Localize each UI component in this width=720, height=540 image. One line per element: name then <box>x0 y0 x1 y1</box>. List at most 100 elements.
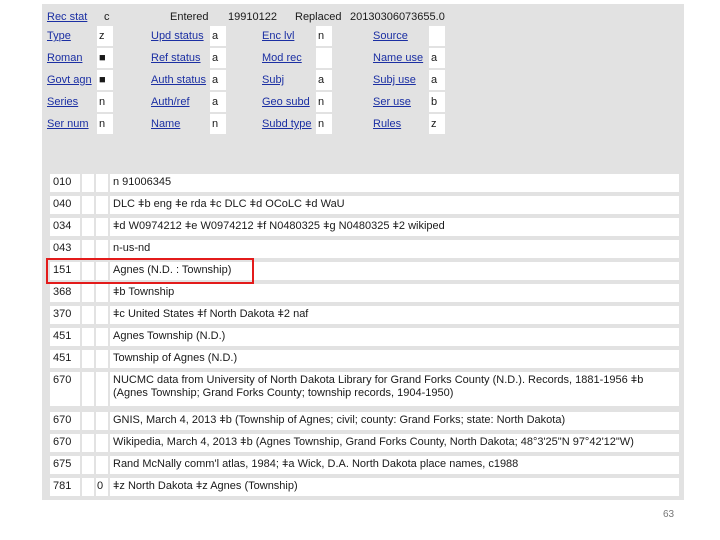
ff-label-name[interactable]: Name <box>151 118 180 130</box>
ff-label-subj[interactable]: Subj <box>262 74 284 86</box>
field-row: 368 ǂb Township <box>50 284 679 302</box>
ff-label-source[interactable]: Source <box>373 30 408 42</box>
ff-value-name: n <box>210 114 226 134</box>
field-value[interactable]: ǂd W0974212 ǂe W0974212 ǂf N0480325 ǂg N… <box>110 218 679 236</box>
indicator-2[interactable]: 0 <box>96 478 108 496</box>
indicator-1[interactable] <box>82 240 94 258</box>
indicator-1[interactable] <box>82 328 94 346</box>
ff-value-ser-num: n <box>97 114 113 134</box>
field-row: 670 Wikipedia, March 4, 2013 ǂb (Agnes T… <box>50 434 679 452</box>
rec-stat-value: c <box>104 11 110 23</box>
ff-label-auth-ref[interactable]: Auth/ref <box>151 96 190 108</box>
ff-label-roman[interactable]: Roman <box>47 52 82 64</box>
ff-label-ser-use[interactable]: Ser use <box>373 96 411 108</box>
indicator-2[interactable] <box>96 196 108 214</box>
field-row: 670 NUCMC data from University of North … <box>50 372 679 406</box>
field-tag: 781 <box>50 478 80 496</box>
indicator-2[interactable] <box>96 306 108 324</box>
ff-label-series[interactable]: Series <box>47 96 78 108</box>
ff-label-subj-use[interactable]: Subj use <box>373 74 416 86</box>
indicator-1[interactable] <box>82 372 94 406</box>
ff-label-geo-subd[interactable]: Geo subd <box>262 96 310 108</box>
field-row: 034 ǂd W0974212 ǂe W0974212 ǂf N0480325 … <box>50 218 679 236</box>
ff-value-subj-use: a <box>429 70 445 90</box>
indicator-1[interactable] <box>82 284 94 302</box>
field-value[interactable]: NUCMC data from University of North Dako… <box>110 372 679 406</box>
field-value[interactable]: Wikipedia, March 4, 2013 ǂb (Agnes Towns… <box>110 434 679 452</box>
indicator-2[interactable] <box>96 284 108 302</box>
indicator-1[interactable] <box>82 174 94 192</box>
ff-value-mod-rec <box>316 48 332 68</box>
page-number: 63 <box>663 509 675 520</box>
field-value[interactable]: GNIS, March 4, 2013 ǂb (Township of Agne… <box>110 412 679 430</box>
indicator-1[interactable] <box>82 350 94 368</box>
ff-value-rules: z <box>429 114 445 134</box>
ff-label-mod-rec[interactable]: Mod rec <box>262 52 302 64</box>
field-row: 010 n 91006345 <box>50 174 679 192</box>
highlight-box-151 <box>46 258 254 284</box>
indicator-1[interactable] <box>82 478 94 496</box>
field-row: 670 GNIS, March 4, 2013 ǂb (Township of … <box>50 412 679 430</box>
ff-label-ref-status[interactable]: Ref status <box>151 52 201 64</box>
indicator-2[interactable] <box>96 372 108 406</box>
indicator-1[interactable] <box>82 196 94 214</box>
ff-value-geo-subd: n <box>316 92 332 112</box>
ff-label-enc-lvl[interactable]: Enc lvl <box>262 30 294 42</box>
indicator-2[interactable] <box>96 240 108 258</box>
ff-value-name-use: a <box>429 48 445 68</box>
ff-value-auth-status: a <box>210 70 226 90</box>
indicator-1[interactable] <box>82 434 94 452</box>
field-value[interactable]: n-us-nd <box>110 240 679 258</box>
field-value[interactable]: Township of Agnes (N.D.) <box>110 350 679 368</box>
field-value[interactable]: ǂc United States ǂf North Dakota ǂ2 naf <box>110 306 679 324</box>
indicator-1[interactable] <box>82 218 94 236</box>
ff-label-govt-agn[interactable]: Govt agn <box>47 74 92 86</box>
field-value[interactable]: ǂz North Dakota ǂz Agnes (Township) <box>110 478 679 496</box>
field-value[interactable]: n 91006345 <box>110 174 679 192</box>
ff-value-subj: a <box>316 70 332 90</box>
indicator-1[interactable] <box>82 456 94 474</box>
field-row: 451 Agnes Township (N.D.) <box>50 328 679 346</box>
indicator-2[interactable] <box>96 456 108 474</box>
ff-label-type[interactable]: Type <box>47 30 71 42</box>
field-value[interactable]: Agnes Township (N.D.) <box>110 328 679 346</box>
field-tag: 670 <box>50 372 80 406</box>
ff-value-series: n <box>97 92 113 112</box>
indicator-2[interactable] <box>96 350 108 368</box>
ff-label-upd-status[interactable]: Upd status <box>151 30 204 42</box>
indicator-2[interactable] <box>96 434 108 452</box>
ff-label-rules[interactable]: Rules <box>373 118 401 130</box>
field-row: 781 0 ǂz North Dakota ǂz Agnes (Township… <box>50 478 679 496</box>
field-tag: 675 <box>50 456 80 474</box>
indicator-2[interactable] <box>96 328 108 346</box>
field-value[interactable]: Rand McNally comm'l atlas, 1984; ǂa Wick… <box>110 456 679 474</box>
rec-stat-label[interactable]: Rec stat <box>47 11 87 23</box>
ff-value-upd-status: a <box>210 26 226 46</box>
field-tag: 040 <box>50 196 80 214</box>
ff-label-auth-status[interactable]: Auth status <box>151 74 206 86</box>
indicator-2[interactable] <box>96 412 108 430</box>
indicator-2[interactable] <box>96 218 108 236</box>
field-row: 040 DLC ǂb eng ǂe rda ǂc DLC ǂd OCoLC ǂd… <box>50 196 679 214</box>
field-value[interactable]: DLC ǂb eng ǂe rda ǂc DLC ǂd OCoLC ǂd WaU <box>110 196 679 214</box>
field-row: 675 Rand McNally comm'l atlas, 1984; ǂa … <box>50 456 679 474</box>
ff-value-auth-ref: a <box>210 92 226 112</box>
ff-value-ref-status: a <box>210 48 226 68</box>
ff-value-roman: ■ <box>97 48 113 68</box>
ff-label-name-use[interactable]: Name use <box>373 52 423 64</box>
indicator-1[interactable] <box>82 412 94 430</box>
field-tag: 370 <box>50 306 80 324</box>
entered-value: 19910122 <box>228 11 277 23</box>
indicator-1[interactable] <box>82 306 94 324</box>
indicator-2[interactable] <box>96 174 108 192</box>
replaced-label: Replaced <box>295 11 342 23</box>
entered-label: Entered <box>170 11 209 23</box>
ff-label-ser-num[interactable]: Ser num <box>47 118 89 130</box>
field-row: 043 n-us-nd <box>50 240 679 258</box>
ff-value-source <box>429 26 445 46</box>
ff-value-enc-lvl: n <box>316 26 332 46</box>
field-tag: 451 <box>50 350 80 368</box>
field-value[interactable]: ǂb Township <box>110 284 679 302</box>
ff-label-subd-type[interactable]: Subd type <box>262 118 312 130</box>
ff-value-govt-agn: ■ <box>97 70 113 90</box>
